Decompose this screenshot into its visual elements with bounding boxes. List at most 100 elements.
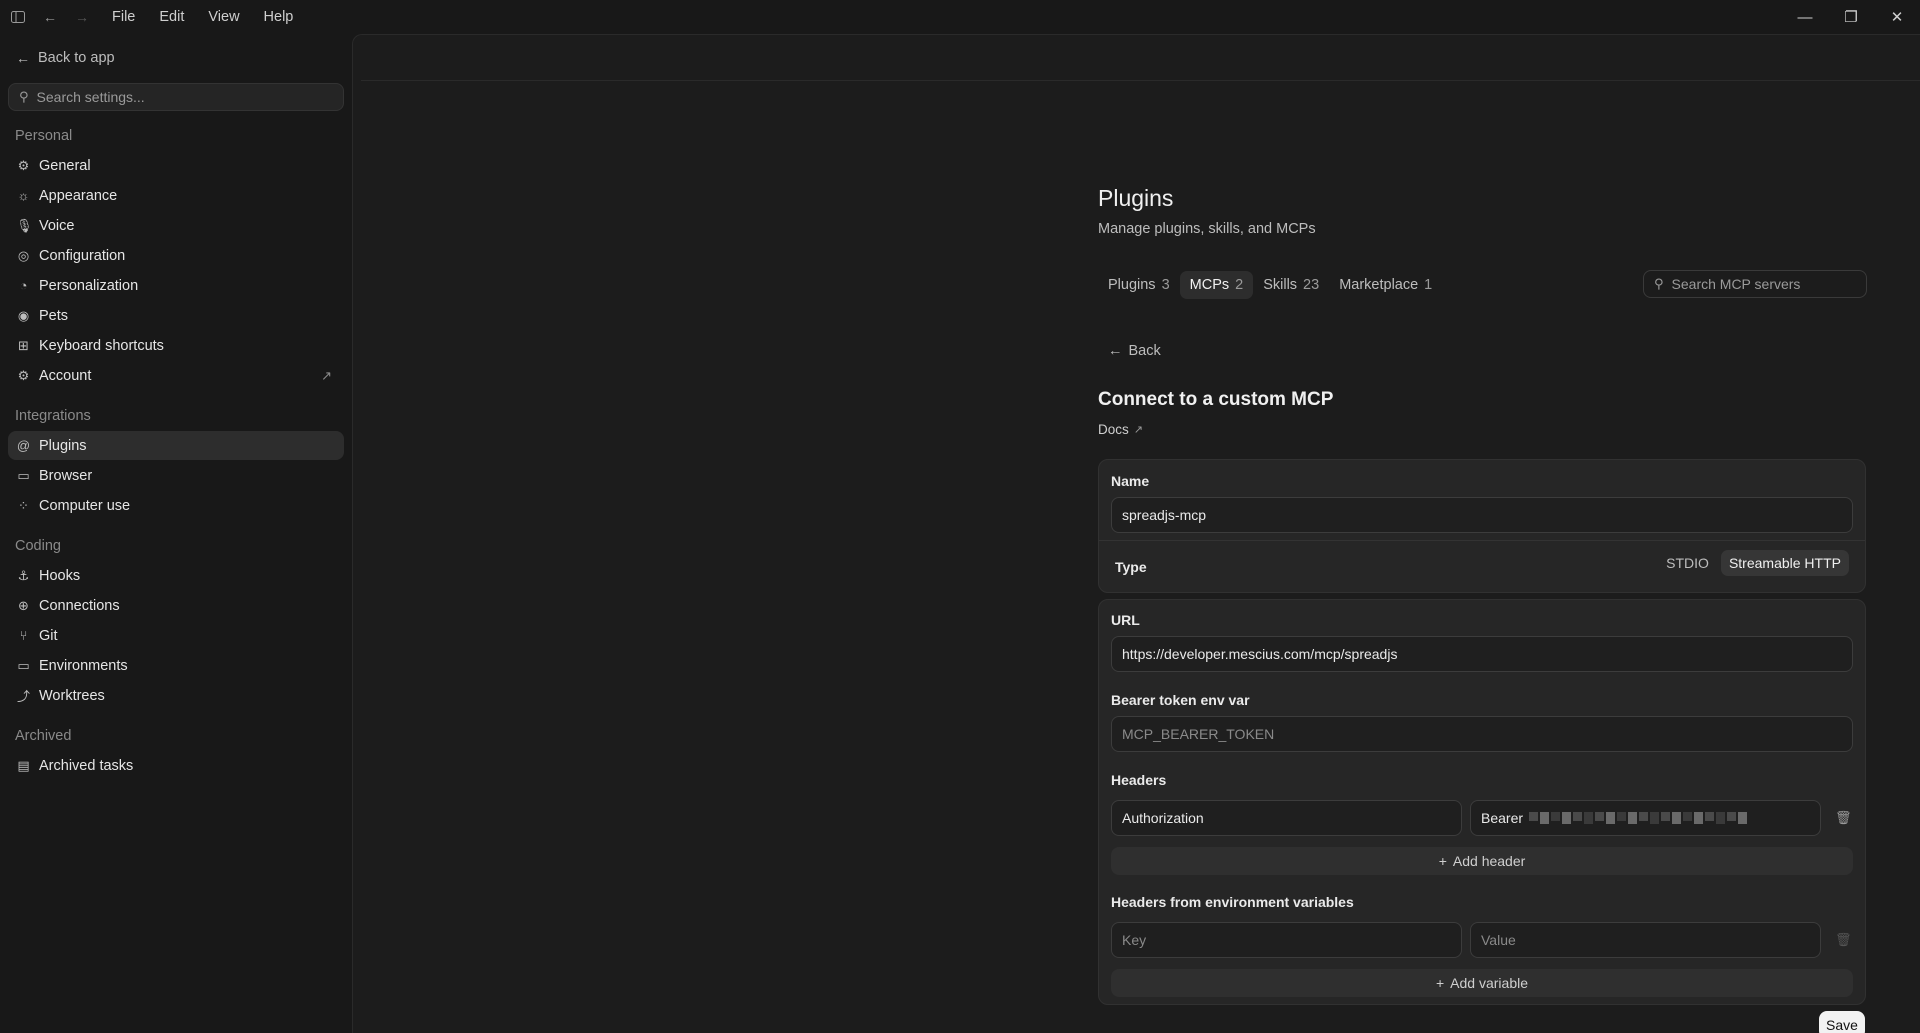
menu-view[interactable]: View bbox=[208, 9, 239, 25]
settings-circle-icon: ◎ bbox=[17, 247, 30, 263]
plus-icon: + bbox=[1435, 975, 1445, 991]
tab-skills[interactable]: Skills 23 bbox=[1253, 271, 1329, 299]
account-icon: ⚙ bbox=[17, 367, 30, 383]
sidebar-item-archived-tasks[interactable]: ▤ Archived tasks bbox=[8, 751, 344, 780]
type-streamable-http-option[interactable]: Streamable HTTP bbox=[1720, 550, 1849, 576]
back-button[interactable]: ← Back bbox=[1108, 343, 1161, 359]
section-coding: Coding bbox=[15, 538, 61, 554]
anchor-icon: ⚓ bbox=[17, 567, 30, 583]
add-variable-button[interactable]: + Add variable bbox=[1111, 969, 1853, 997]
window-controls: — ❐ ✕ bbox=[1782, 0, 1920, 34]
monitor-icon: ▭ bbox=[17, 657, 30, 673]
trash-icon[interactable]: 🗑 bbox=[1835, 810, 1852, 826]
search-icon: ⚲ bbox=[1654, 276, 1664, 291]
redacted-token bbox=[1529, 812, 1749, 824]
sun-icon: ☼ bbox=[17, 188, 30, 203]
nav-forward-icon[interactable]: → bbox=[66, 0, 98, 34]
header-key-input[interactable]: Authorization bbox=[1111, 800, 1462, 836]
sidebar-item-personalization[interactable]: ◔ Personalization bbox=[8, 271, 344, 300]
sidebar-item-git[interactable]: ⑂ Git bbox=[8, 621, 344, 650]
search-settings-placeholder: Search settings... bbox=[36, 89, 145, 105]
header-value-input[interactable]: Bearer bbox=[1470, 800, 1821, 836]
microphone-icon: 🎙 bbox=[16, 217, 33, 233]
back-to-app-label: Back to app bbox=[38, 50, 115, 66]
sidebar-item-configuration[interactable]: ◎ Configuration bbox=[8, 241, 344, 270]
connection-card: URL https://developer.mescius.com/mcp/sp… bbox=[1098, 599, 1866, 1005]
git-branch-icon: ⑂ bbox=[19, 628, 28, 643]
sidebar-item-worktrees[interactable]: ⤴ Worktrees bbox=[8, 681, 344, 710]
form-title: Connect to a custom MCP bbox=[1098, 389, 1334, 410]
globe-icon: ⊕ bbox=[18, 597, 29, 613]
pet-icon: ◉ bbox=[17, 307, 30, 323]
menu-help[interactable]: Help bbox=[264, 9, 294, 25]
sidebar-item-hooks[interactable]: ⚓ Hooks bbox=[8, 561, 344, 590]
page-subtitle: Manage plugins, skills, and MCPs bbox=[1098, 221, 1316, 237]
tab-marketplace[interactable]: Marketplace 1 bbox=[1329, 271, 1442, 299]
search-mcp-placeholder: Search MCP servers bbox=[1671, 276, 1801, 292]
sidebar-item-pets[interactable]: ◉ Pets bbox=[8, 301, 344, 330]
env-key-input[interactable]: Key bbox=[1111, 922, 1462, 958]
sidebar-item-plugins[interactable]: @ Plugins bbox=[8, 431, 344, 460]
add-header-button[interactable]: + Add header bbox=[1111, 847, 1853, 875]
trash-icon[interactable]: 🗑 bbox=[1835, 932, 1852, 948]
docs-link[interactable]: Docs ↗ bbox=[1098, 422, 1143, 437]
tab-mcps[interactable]: MCPs 2 bbox=[1179, 271, 1254, 299]
menu-file[interactable]: File bbox=[112, 9, 135, 25]
header-divider bbox=[361, 80, 1920, 81]
gear-icon: ⚙ bbox=[17, 157, 30, 173]
sidebar-item-appearance[interactable]: ☼ Appearance bbox=[8, 181, 344, 210]
page-title: Plugins bbox=[1098, 185, 1174, 211]
tab-plugins[interactable]: Plugins 3 bbox=[1098, 271, 1180, 299]
divider bbox=[1099, 540, 1865, 541]
bearer-token-input[interactable]: MCP_BEARER_TOKEN bbox=[1111, 716, 1853, 752]
cursor-icon: ⁘ bbox=[18, 497, 29, 513]
name-input[interactable]: spreadjs-mcp bbox=[1111, 497, 1853, 533]
keyboard-icon: ⊞ bbox=[18, 337, 29, 353]
type-label: Type bbox=[1115, 559, 1147, 575]
bearer-label: Bearer token env var bbox=[1111, 692, 1250, 708]
nav-back-icon[interactable]: ← bbox=[34, 0, 66, 34]
type-toggle: STDIO Streamable HTTP bbox=[1654, 550, 1849, 576]
tab-bar: Plugins 3 MCPs 2 Skills 23 Marketplace 1 bbox=[1098, 271, 1442, 299]
palette-icon: ◔ bbox=[19, 278, 28, 293]
minimize-icon[interactable]: — bbox=[1782, 0, 1828, 34]
sidebar-item-general[interactable]: ⚙ General bbox=[8, 151, 344, 180]
close-icon[interactable]: ✕ bbox=[1874, 0, 1920, 34]
back-to-app-link[interactable]: ← Back to app bbox=[16, 50, 115, 66]
back-label: Back bbox=[1128, 343, 1161, 359]
worktree-icon: ⤴ bbox=[16, 689, 30, 704]
sidebar-item-keyboard-shortcuts[interactable]: ⊞ Keyboard shortcuts bbox=[8, 331, 344, 360]
external-link-icon: ↗ bbox=[1133, 424, 1143, 436]
section-integrations: Integrations bbox=[15, 408, 91, 424]
url-label: URL bbox=[1111, 612, 1140, 628]
env-headers-label: Headers from environment variables bbox=[1111, 894, 1354, 910]
search-mcp-input[interactable]: ⚲ Search MCP servers bbox=[1643, 270, 1867, 298]
url-input[interactable]: https://developer.mescius.com/mcp/spread… bbox=[1111, 636, 1853, 672]
arrow-left-icon: ← bbox=[1108, 343, 1123, 359]
sidebar-item-connections[interactable]: ⊕ Connections bbox=[8, 591, 344, 620]
headers-label: Headers bbox=[1111, 772, 1167, 788]
restore-icon[interactable]: ❐ bbox=[1828, 0, 1874, 34]
search-settings-input[interactable]: ⚲ Search settings... bbox=[8, 83, 344, 111]
menu-edit[interactable]: Edit bbox=[159, 9, 184, 25]
sidebar-item-environments[interactable]: ▭ Environments bbox=[8, 651, 344, 680]
env-value-input[interactable]: Value bbox=[1470, 922, 1821, 958]
sidebar-item-voice[interactable]: 🎙 Voice bbox=[8, 211, 344, 240]
settings-sidebar: ← Back to app ⚲ Search settings... Perso… bbox=[0, 34, 352, 1033]
plus-icon: + bbox=[1438, 853, 1447, 869]
search-icon: ⚲ bbox=[19, 89, 29, 104]
name-label: Name bbox=[1111, 473, 1150, 489]
main-panel: Plugins Manage plugins, skills, and MCPs… bbox=[352, 34, 1920, 1033]
section-archived: Archived bbox=[15, 728, 72, 744]
menu-bar: File Edit View Help bbox=[112, 9, 317, 25]
save-button[interactable]: Save bbox=[1819, 1011, 1865, 1033]
sidebar-item-browser[interactable]: ▭ Browser bbox=[8, 461, 344, 490]
sidebar-item-computer-use[interactable]: ⁘ Computer use bbox=[8, 491, 344, 520]
sidebar-item-account[interactable]: ⚙ Account ↗ bbox=[8, 361, 344, 390]
sidebar-toggle-icon[interactable] bbox=[2, 0, 34, 34]
section-personal: Personal bbox=[15, 128, 73, 144]
type-stdio-option[interactable]: STDIO bbox=[1658, 550, 1717, 576]
title-bar: ← → File Edit View Help — ❐ ✕ bbox=[0, 0, 1920, 34]
arrow-left-icon: ← bbox=[16, 50, 30, 66]
browser-icon: ▭ bbox=[17, 467, 30, 483]
